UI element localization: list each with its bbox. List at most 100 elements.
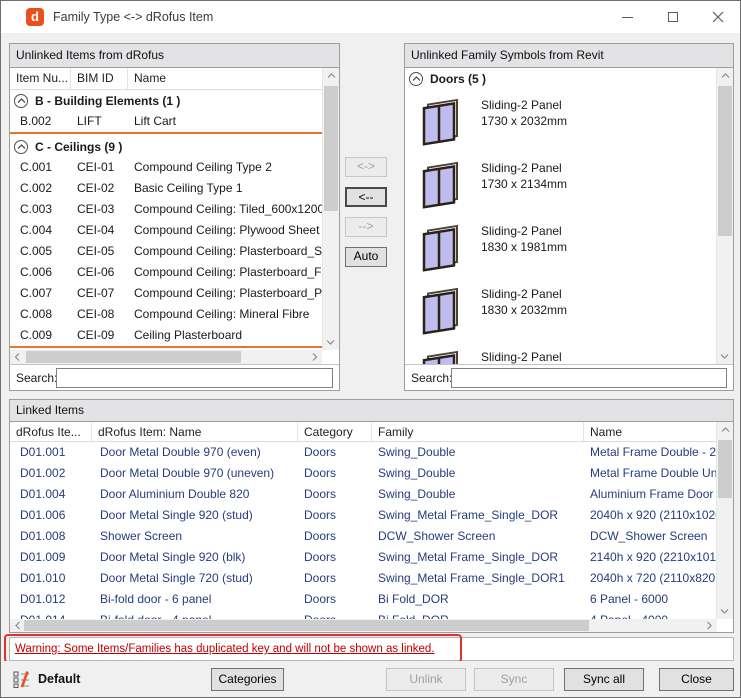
table-row[interactable]: D01.004 Door Aluminium Double 820 Doors …: [10, 484, 717, 505]
collapse-icon[interactable]: [14, 94, 28, 108]
cell-category: Doors: [298, 610, 372, 619]
vertical-scrollbar[interactable]: [716, 422, 733, 619]
cell-bim-id: CEI-03: [71, 199, 128, 220]
close-button[interactable]: [695, 1, 740, 33]
dialog-window: d Family Type <-> dRofus Item Unlinked I…: [0, 0, 741, 698]
vertical-scrollbar[interactable]: [322, 68, 339, 350]
table-row[interactable]: C.005 CEI-05 Compound Ceiling: Plasterbo…: [10, 241, 322, 262]
cell-drofus-item: D01.006: [10, 505, 92, 526]
scroll-down-icon[interactable]: [717, 349, 733, 364]
column-header-item-number[interactable]: Item Nu...: [10, 68, 71, 89]
cell-name: 2040h x 920 (2110x1020: [584, 505, 717, 526]
table-row[interactable]: D01.014 Bi-fold door - 4 panel Doors Bi …: [10, 610, 717, 619]
cell-item-number: C.009: [10, 325, 71, 346]
cell-name: 4 Panel - 4000: [584, 610, 717, 619]
column-header-name[interactable]: Name: [128, 68, 322, 89]
table-row[interactable]: C.007 CEI-07 Compound Ceiling: Plasterbo…: [10, 283, 322, 304]
table-row[interactable]: D01.012 Bi-fold door - 6 panel Doors Bi …: [10, 589, 717, 610]
cell-name: Compound Ceiling: Plasterboard_S: [128, 241, 322, 262]
group-row-doors[interactable]: Doors (5 ): [405, 68, 716, 89]
table-row[interactable]: B.002 LIFT Lift Cart: [10, 111, 322, 132]
scroll-right-icon[interactable]: [703, 618, 716, 633]
categories-button[interactable]: Categories: [211, 668, 284, 691]
collapse-icon[interactable]: [14, 140, 28, 154]
table-row[interactable]: D01.009 Door Metal Single 920 (blk) Door…: [10, 547, 717, 568]
cell-item-number: C.007: [10, 283, 71, 304]
cell-name: Basic Ceiling Type 1: [128, 178, 322, 199]
warning-text: Warning: Some Items/Families has duplica…: [10, 643, 435, 655]
search-input[interactable]: [56, 368, 333, 388]
collapse-icon[interactable]: [409, 72, 423, 86]
scroll-down-icon[interactable]: [717, 604, 733, 619]
door-icon: [419, 94, 461, 146]
cell-category: Doors: [298, 589, 372, 610]
minimize-button[interactable]: [605, 1, 650, 33]
family-size: 1730 x 2134mm: [481, 176, 567, 192]
scrollbar-thumb[interactable]: [24, 620, 589, 631]
sync-button[interactable]: Sync: [474, 668, 554, 691]
column-header-category[interactable]: Category: [298, 422, 372, 441]
column-header-family[interactable]: Family: [372, 422, 584, 441]
search-label: Search:: [10, 371, 56, 385]
scrollbar-thumb[interactable]: [26, 351, 241, 363]
search-input[interactable]: [451, 368, 727, 388]
table-row[interactable]: D01.006 Door Metal Single 920 (stud) Doo…: [10, 505, 717, 526]
link-left-button[interactable]: <--: [345, 187, 387, 207]
table-row[interactable]: D01.001 Door Metal Double 970 (even) Doo…: [10, 442, 717, 463]
default-config-icon: [13, 670, 31, 688]
family-size: 1730 x 2032mm: [481, 113, 567, 129]
cell-item-number: C.004: [10, 220, 71, 241]
horizontal-scrollbar[interactable]: [10, 619, 717, 632]
list-item[interactable]: Sliding-2 Panel 1830 x 2032mm: [405, 278, 716, 341]
scrollbar-thumb[interactable]: [718, 86, 732, 236]
list-item[interactable]: Sliding-2 Panel 1730 x 2032mm: [405, 89, 716, 152]
cell-category: Doors: [298, 505, 372, 526]
scroll-right-icon[interactable]: [308, 350, 322, 365]
list-item[interactable]: Sliding-2 Panel 1730 x 2134mm: [405, 152, 716, 215]
unlink-button[interactable]: Unlink: [386, 668, 466, 691]
group-row-building-elements[interactable]: B - Building Elements (1 ): [10, 90, 322, 111]
scroll-down-icon[interactable]: [323, 335, 339, 350]
group-row-ceilings[interactable]: C - Ceilings (9 ): [10, 136, 322, 157]
cell-drofus-item-name: Shower Screen: [92, 526, 298, 547]
table-row[interactable]: C.009 CEI-09 Ceiling Plasterboard: [10, 325, 322, 346]
scroll-left-icon[interactable]: [11, 350, 25, 365]
vertical-scrollbar[interactable]: [716, 68, 733, 364]
close-dialog-button[interactable]: Close: [659, 668, 734, 691]
table-row[interactable]: D01.010 Door Metal Single 720 (stud) Doo…: [10, 568, 717, 589]
column-header-name[interactable]: Name: [584, 422, 717, 441]
horizontal-scrollbar[interactable]: [10, 350, 322, 364]
table-row[interactable]: C.001 CEI-01 Compound Ceiling Type 2: [10, 157, 322, 178]
table-row[interactable]: D01.002 Door Metal Double 970 (uneven) D…: [10, 463, 717, 484]
config-selector[interactable]: Default: [13, 670, 80, 688]
scrollbar-thumb[interactable]: [324, 86, 338, 211]
column-header-bim-id[interactable]: BIM ID: [71, 68, 128, 89]
table-row[interactable]: C.003 CEI-03 Compound Ceiling: Tiled_600…: [10, 199, 322, 220]
maximize-icon: [668, 12, 678, 22]
link-right-button[interactable]: -->: [345, 217, 387, 237]
column-header-drofus-item-name[interactable]: dRofus Item: Name: [92, 422, 298, 441]
table-row[interactable]: C.002 CEI-02 Basic Ceiling Type 1: [10, 178, 322, 199]
auto-link-button[interactable]: Auto: [345, 247, 387, 267]
cell-family: Swing_Metal Frame_Single_DOR: [372, 547, 584, 568]
table-row[interactable]: C.004 CEI-04 Compound Ceiling: Plywood S…: [10, 220, 322, 241]
column-header-drofus-item[interactable]: dRofus Ite...: [10, 422, 92, 441]
scroll-left-icon[interactable]: [11, 618, 24, 633]
list-item[interactable]: Sliding-2 Panel: [405, 341, 716, 364]
cell-bim-id: CEI-01: [71, 157, 128, 178]
list-item[interactable]: Sliding-2 Panel 1830 x 1981mm: [405, 215, 716, 278]
table-row[interactable]: C.008 CEI-08 Compound Ceiling: Mineral F…: [10, 304, 322, 325]
cell-family: DCW_Shower Screen: [372, 526, 584, 547]
cell-bim-id: CEI-09: [71, 325, 128, 346]
table-row[interactable]: D01.008 Shower Screen Doors DCW_Shower S…: [10, 526, 717, 547]
family-name: Sliding-2 Panel: [481, 160, 567, 176]
scroll-up-icon[interactable]: [717, 68, 733, 83]
scroll-up-icon[interactable]: [323, 68, 339, 83]
unlinked-families-search-row: Search:: [405, 364, 733, 390]
maximize-button[interactable]: [650, 1, 695, 33]
sync-all-button[interactable]: Sync all: [564, 668, 644, 691]
scrollbar-thumb[interactable]: [718, 440, 732, 498]
link-both-button[interactable]: <->: [345, 157, 387, 177]
scroll-up-icon[interactable]: [717, 422, 733, 437]
table-row[interactable]: C.006 CEI-06 Compound Ceiling: Plasterbo…: [10, 262, 322, 283]
